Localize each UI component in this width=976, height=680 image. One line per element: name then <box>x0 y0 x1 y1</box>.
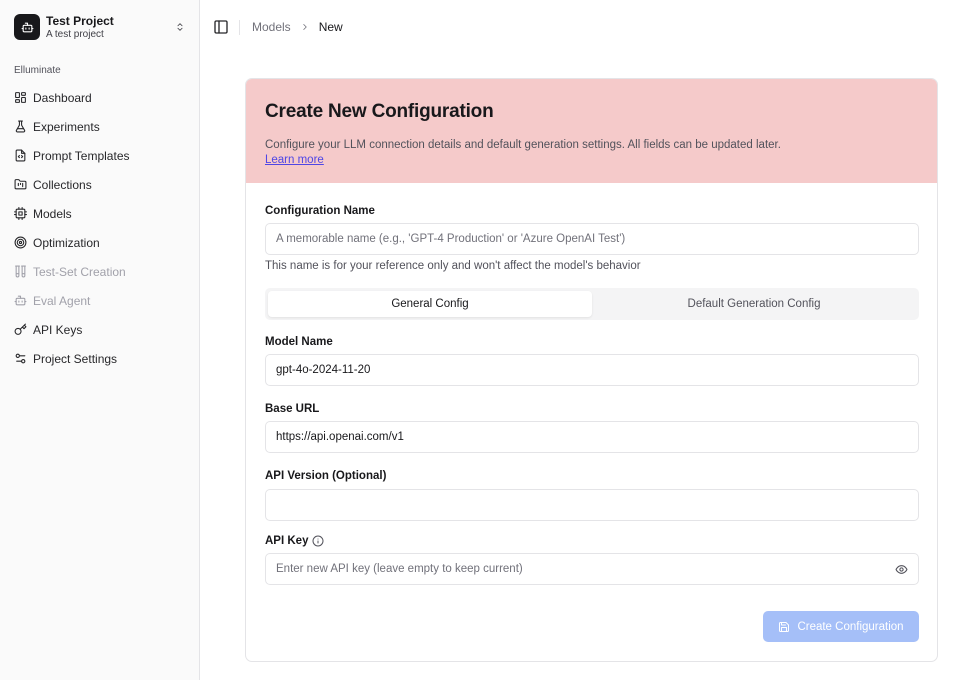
bot-icon <box>21 22 33 32</box>
breadcrumb-current: New <box>318 20 343 34</box>
base-url-label: Base URL <box>265 403 320 415</box>
configuration-form-card: Create New Configuration Configure your … <box>245 78 938 662</box>
create-configuration-label: Create Configuration <box>797 620 904 633</box>
folder-icon <box>14 179 27 190</box>
card-header: Create New Configuration Configure your … <box>246 79 937 183</box>
sidebar-item-prompt-templates[interactable]: Prompt Templates <box>8 141 192 170</box>
sidebar-item-label: Prompt Templates <box>33 148 130 163</box>
config-name-input[interactable] <box>265 223 919 255</box>
panel-left-icon <box>214 20 228 34</box>
sidebar-item-label: Test-Set Creation <box>33 264 126 279</box>
sidebar-item-optimization[interactable]: Optimization <box>8 228 192 257</box>
sidebar-item-label: Collections <box>33 177 92 192</box>
api-version-label: API Version (Optional) <box>265 470 387 482</box>
sidebar-item-api-keys[interactable]: API Keys <box>8 315 192 344</box>
divider <box>239 19 240 35</box>
sidebar-item-project-settings[interactable]: Project Settings <box>8 344 192 373</box>
tab-default-generation-config[interactable]: Default Generation Config <box>592 291 916 317</box>
eye-icon[interactable] <box>895 563 908 576</box>
target-icon <box>14 236 27 249</box>
config-tabs: General Config Default Generation Config <box>265 288 919 320</box>
project-name: Test Project <box>46 13 114 28</box>
sidebar-item-label: Models <box>33 206 72 221</box>
settings-icon <box>15 353 26 364</box>
test-tubes-icon <box>15 265 26 278</box>
model-name-label: Model Name <box>265 336 333 348</box>
sidebar-item-label: Eval Agent <box>33 293 91 308</box>
project-logo <box>14 14 40 40</box>
sidebar-item-label: Project Settings <box>33 351 118 366</box>
bot-icon <box>14 207 27 220</box>
sidebar-item-experiments[interactable]: Experiments <box>8 112 192 141</box>
flask-icon <box>15 120 26 133</box>
create-configuration-button[interactable]: Create Configuration <box>763 611 919 642</box>
chevron-right-icon <box>300 22 310 32</box>
api-version-input[interactable] <box>265 489 919 521</box>
file-code-icon <box>15 149 26 162</box>
bot-icon <box>14 295 27 306</box>
chevrons-up-down-icon <box>174 20 186 34</box>
sidebar-group-label: Elluminate <box>14 65 61 76</box>
sidebar-item-label: Experiments <box>33 119 100 134</box>
sidebar-item-label: Optimization <box>33 235 100 250</box>
config-name-label: Configuration Name <box>265 205 375 217</box>
sidebar-item-label: API Keys <box>33 322 83 337</box>
config-name-help: This name is for your reference only and… <box>265 260 641 272</box>
sidebar-item-test-set-creation[interactable]: Test-Set Creation <box>8 257 192 286</box>
sidebar-item-collections[interactable]: Collections <box>8 170 192 199</box>
api-key-input[interactable] <box>265 553 919 585</box>
sidebar-item-label: Dashboard <box>33 90 92 105</box>
tab-general-config[interactable]: General Config <box>268 291 592 317</box>
learn-more-link[interactable]: Learn more <box>265 154 324 166</box>
save-icon <box>779 621 790 632</box>
sidebar-nav: Dashboard Experiments Prompt Templates C… <box>8 83 192 373</box>
base-url-input[interactable] <box>265 421 919 453</box>
info-icon[interactable] <box>312 535 324 547</box>
model-name-input[interactable] <box>265 354 919 386</box>
sidebar-item-models[interactable]: Models <box>8 199 192 228</box>
breadcrumb-models-link[interactable]: Models <box>252 20 291 34</box>
card-description: Configure your LLM connection details an… <box>265 139 781 151</box>
sidebar-toggle-button[interactable] <box>213 19 229 35</box>
topbar: Models New <box>200 0 976 54</box>
project-switcher[interactable]: Test Project A test project <box>14 13 186 41</box>
page-title: Create New Configuration <box>265 101 494 122</box>
api-key-label: API Key <box>265 535 309 547</box>
sidebar-item-eval-agent[interactable]: Eval Agent <box>8 286 192 315</box>
sidebar: Test Project A test project Elluminate D… <box>0 0 200 680</box>
sidebar-item-dashboard[interactable]: Dashboard <box>8 83 192 112</box>
key-icon <box>14 323 27 335</box>
breadcrumb: Models New <box>252 20 343 34</box>
project-description: A test project <box>46 28 104 40</box>
dashboard-icon <box>15 92 26 103</box>
